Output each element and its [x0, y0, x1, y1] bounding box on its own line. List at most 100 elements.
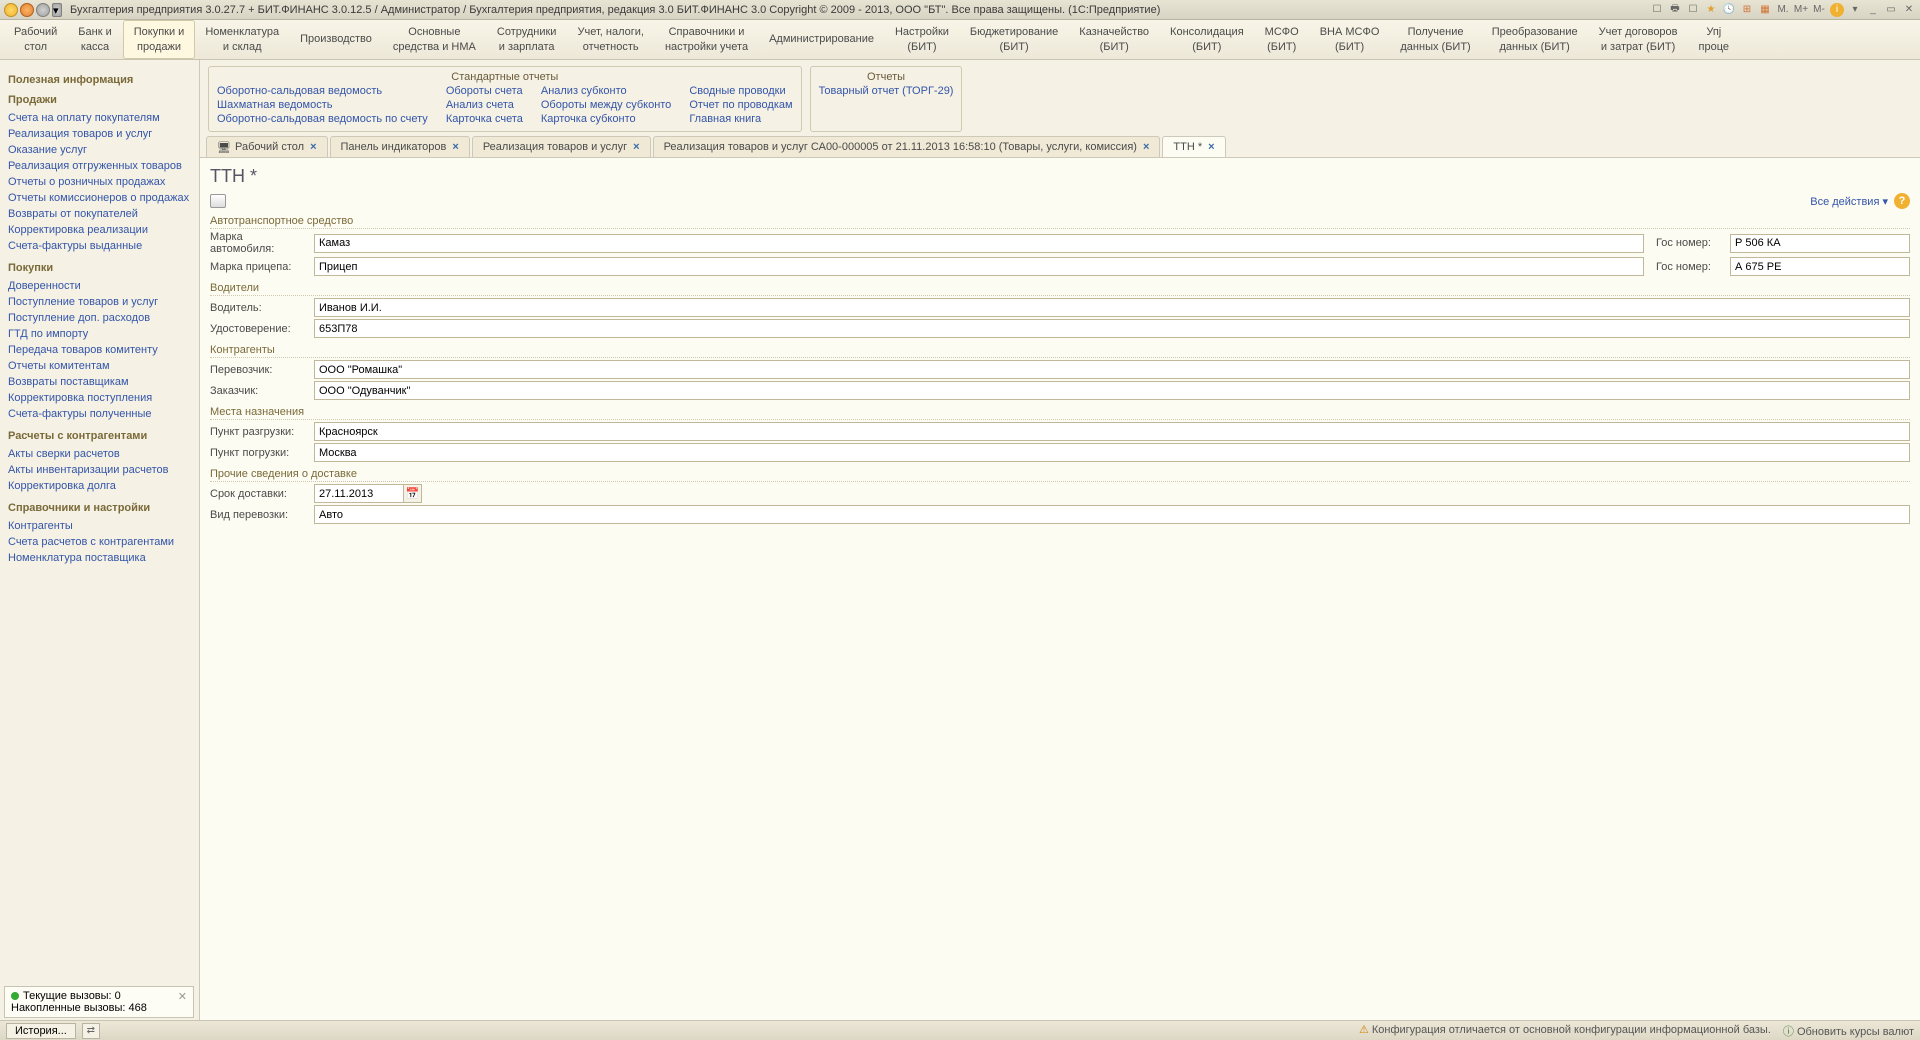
- toolbar-icon[interactable]: 🕓: [1722, 3, 1736, 17]
- document-tab[interactable]: Реализация товаров и услуг СА00-000005 о…: [653, 136, 1161, 157]
- document-tab[interactable]: ТТН *×: [1162, 136, 1225, 157]
- transport-type-input[interactable]: [314, 505, 1910, 524]
- calendar-icon[interactable]: 📅: [404, 484, 422, 503]
- section-tab[interactable]: Преобразованиеданных (БИТ): [1482, 21, 1589, 58]
- sidebar-link[interactable]: Номенклатура поставщика: [8, 550, 191, 566]
- report-link[interactable]: Товарный отчет (ТОРГ-29): [819, 85, 954, 97]
- memory-mplus[interactable]: M+: [1794, 3, 1808, 17]
- help-icon[interactable]: ?: [1894, 193, 1910, 209]
- report-link[interactable]: Анализ счета: [446, 99, 523, 111]
- report-link[interactable]: Главная книга: [689, 113, 792, 125]
- toolbar-icon[interactable]: ☐: [1686, 3, 1700, 17]
- document-tab[interactable]: Панель индикаторов×: [330, 136, 470, 157]
- license-input[interactable]: [314, 319, 1910, 338]
- dropdown-icon[interactable]: ▾: [52, 3, 62, 17]
- section-tab[interactable]: Администрирование: [759, 28, 885, 50]
- sidebar-link[interactable]: Поступление товаров и услуг: [8, 294, 191, 310]
- section-tab[interactable]: Получениеданных (БИТ): [1390, 21, 1481, 58]
- sidebar-link[interactable]: Счета-фактуры выданные: [8, 238, 191, 254]
- sidebar-link[interactable]: Реализация отгруженных товаров: [8, 158, 191, 174]
- section-tab[interactable]: Настройки(БИТ): [885, 21, 960, 58]
- memory-mminus[interactable]: M-: [1812, 3, 1826, 17]
- memory-m[interactable]: M.: [1776, 3, 1790, 17]
- calculator-icon[interactable]: ⊞: [1740, 3, 1754, 17]
- section-tab[interactable]: Справочники инастройки учета: [655, 21, 759, 58]
- sidebar-link[interactable]: Акты сверки расчетов: [8, 446, 191, 462]
- report-link[interactable]: Обороты счета: [446, 85, 523, 97]
- section-tab[interactable]: Основныесредства и НМА: [383, 21, 487, 58]
- sidebar-link[interactable]: Акты инвентаризации расчетов: [8, 462, 191, 478]
- window-button[interactable]: [36, 3, 50, 17]
- favorite-icon[interactable]: ★: [1704, 3, 1718, 17]
- report-link[interactable]: Обороты между субконто: [541, 99, 671, 111]
- sidebar-link[interactable]: Отчеты о розничных продажах: [8, 174, 191, 190]
- update-rates[interactable]: ⓘ Обновить курсы валют: [1783, 1023, 1914, 1039]
- report-link[interactable]: Оборотно-сальдовая ведомость по счету: [217, 113, 428, 125]
- gos-number-input[interactable]: [1730, 257, 1910, 276]
- dropdown-icon[interactable]: ▾: [1848, 3, 1862, 17]
- all-actions-button[interactable]: Все действия ▾: [1810, 195, 1888, 208]
- section-tab[interactable]: Казначейство(БИТ): [1069, 21, 1160, 58]
- sidebar-link[interactable]: Возвраты поставщикам: [8, 374, 191, 390]
- report-link[interactable]: Анализ субконто: [541, 85, 671, 97]
- sidebar-link[interactable]: Оказание услуг: [8, 142, 191, 158]
- section-tab[interactable]: Упјпроце: [1689, 21, 1741, 58]
- maximize-icon[interactable]: ▭: [1884, 3, 1898, 17]
- report-link[interactable]: Карточка субконто: [541, 113, 671, 125]
- section-tab[interactable]: Сотрудникии зарплата: [487, 21, 568, 58]
- sidebar-link[interactable]: Реализация товаров и услуг: [8, 126, 191, 142]
- report-link[interactable]: Карточка счета: [446, 113, 523, 125]
- close-icon[interactable]: ✕: [1902, 3, 1916, 17]
- close-icon[interactable]: ×: [1208, 141, 1214, 153]
- config-warning[interactable]: ⚠ Конфигурация отличается от основной ко…: [1359, 1023, 1771, 1039]
- section-tab[interactable]: Банк икасса: [68, 21, 122, 58]
- toolbar-icon[interactable]: ☐: [1650, 3, 1664, 17]
- calendar-icon[interactable]: ▦: [1758, 3, 1772, 17]
- sidebar-link[interactable]: Передача товаров комитенту: [8, 342, 191, 358]
- history-button[interactable]: История...: [6, 1023, 76, 1039]
- deadline-input[interactable]: [314, 484, 404, 503]
- close-icon[interactable]: ×: [1143, 141, 1149, 153]
- print-icon[interactable]: [210, 194, 226, 208]
- section-tab[interactable]: Учет, налоги,отчетность: [567, 21, 654, 58]
- driver-input[interactable]: [314, 298, 1910, 317]
- toolbar-icon[interactable]: ⇄: [82, 1023, 100, 1039]
- section-tab[interactable]: Рабочийстол: [4, 21, 68, 58]
- section-tab[interactable]: ВНА МСФО(БИТ): [1310, 21, 1391, 58]
- gos-number-input[interactable]: [1730, 234, 1910, 253]
- section-tab[interactable]: Консолидация(БИТ): [1160, 21, 1255, 58]
- document-tab[interactable]: 🖥Рабочий стол×: [206, 136, 328, 157]
- trailer-brand-input[interactable]: [314, 257, 1644, 276]
- close-icon[interactable]: ×: [452, 141, 458, 153]
- sidebar-link[interactable]: Отчеты комиссионеров о продажах: [8, 190, 191, 206]
- sidebar-link[interactable]: Корректировка долга: [8, 478, 191, 494]
- report-link[interactable]: Сводные проводки: [689, 85, 792, 97]
- customer-input[interactable]: [314, 381, 1910, 400]
- report-link[interactable]: Оборотно-сальдовая ведомость: [217, 85, 428, 97]
- unload-input[interactable]: [314, 422, 1910, 441]
- report-link[interactable]: Шахматная ведомость: [217, 99, 428, 111]
- sidebar-link[interactable]: Корректировка реализации: [8, 222, 191, 238]
- sidebar-link[interactable]: Контрагенты: [8, 518, 191, 534]
- section-tab[interactable]: МСФО(БИТ): [1255, 21, 1310, 58]
- sidebar-link[interactable]: Доверенности: [8, 278, 191, 294]
- minimize-icon[interactable]: _: [1866, 3, 1880, 17]
- report-link[interactable]: Отчет по проводкам: [689, 99, 792, 111]
- sidebar-link[interactable]: Отчеты комитентам: [8, 358, 191, 374]
- document-tab[interactable]: Реализация товаров и услуг×: [472, 136, 651, 157]
- sidebar-link[interactable]: Возвраты от покупателей: [8, 206, 191, 222]
- sidebar-link[interactable]: Счета расчетов с контрагентами: [8, 534, 191, 550]
- help-icon[interactable]: i: [1830, 3, 1844, 17]
- sidebar-link[interactable]: Корректировка поступления: [8, 390, 191, 406]
- close-icon[interactable]: ×: [310, 141, 316, 153]
- section-tab[interactable]: Номенклатураи склад: [195, 21, 290, 58]
- section-tab[interactable]: Покупки ипродажи: [123, 20, 196, 59]
- sidebar-link[interactable]: ГТД по импорту: [8, 326, 191, 342]
- sidebar-link[interactable]: Счета-фактуры полученные: [8, 406, 191, 422]
- load-input[interactable]: [314, 443, 1910, 462]
- sidebar-link[interactable]: Поступление доп. расходов: [8, 310, 191, 326]
- section-tab[interactable]: Бюджетирование(БИТ): [960, 21, 1069, 58]
- toolbar-icon[interactable]: 🖶: [1668, 3, 1682, 17]
- sidebar-link[interactable]: Счета на оплату покупателям: [8, 110, 191, 126]
- carrier-input[interactable]: [314, 360, 1910, 379]
